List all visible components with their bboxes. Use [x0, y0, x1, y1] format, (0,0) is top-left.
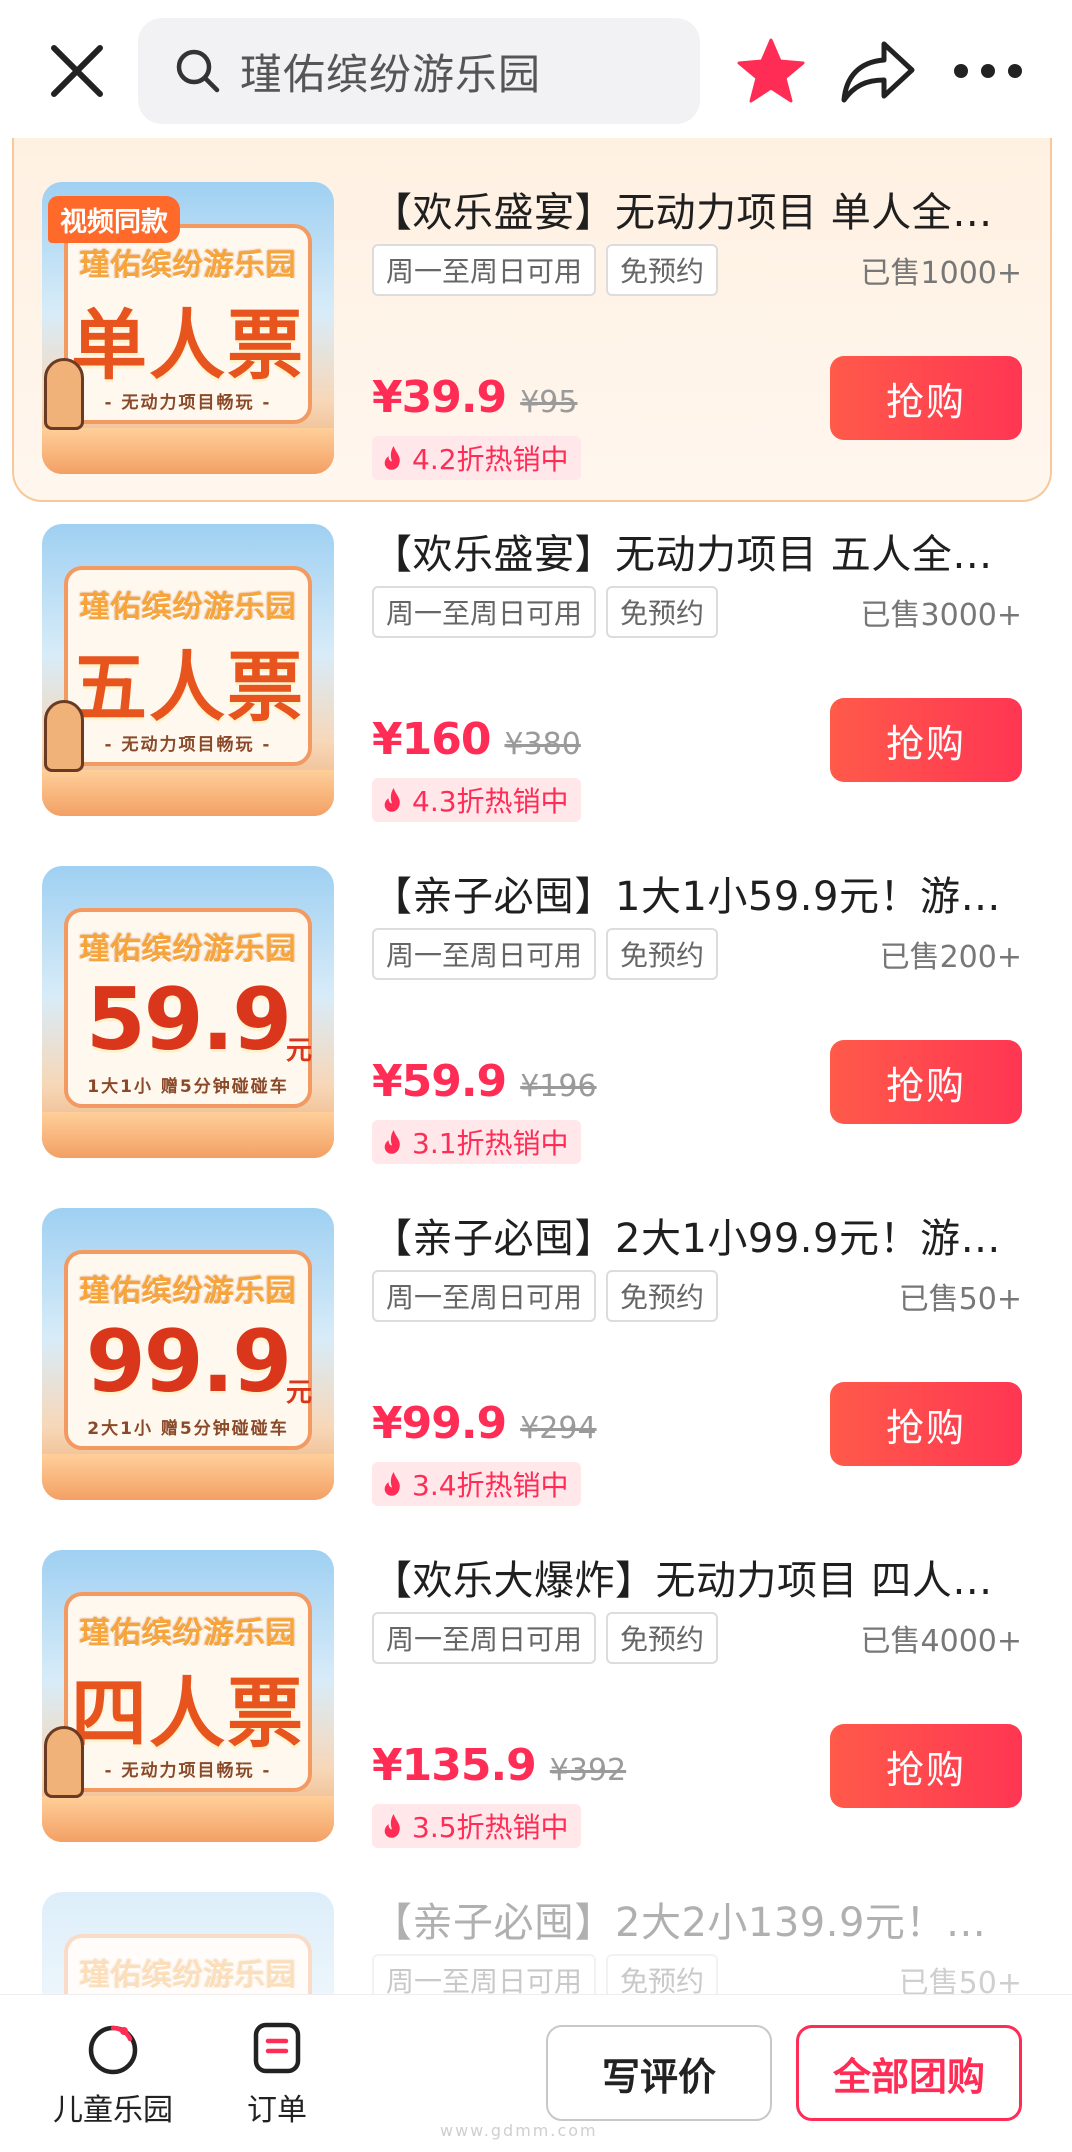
tag-availability: 周一至周日可用	[372, 928, 597, 980]
write-review-button[interactable]: 写评价	[546, 2025, 772, 2121]
search-bar[interactable]: 瑾佑缤纷游乐园	[138, 18, 700, 124]
discount-badge: 3.1折热销中	[372, 1120, 581, 1164]
sold-count: 已售50+	[898, 1282, 1022, 1317]
deal-thumbnail[interactable]: 瑾佑缤纷游乐园 四人票 - 无动力项目畅玩 -	[42, 1550, 334, 1842]
tag-availability: 周一至周日可用	[372, 1612, 597, 1664]
order-icon	[253, 2022, 301, 2074]
more-button[interactable]	[954, 56, 1022, 86]
more-icon	[954, 64, 968, 78]
deal-title[interactable]: 【欢乐盛宴】无动力项目 五人全…	[372, 522, 1022, 580]
tag-no-reservation: 免预约	[606, 1612, 719, 1664]
buy-button[interactable]: 抢购	[830, 1724, 1022, 1808]
tag-no-reservation: 免预约	[606, 928, 719, 980]
deal-title[interactable]: 【欢乐大爆炸】无动力项目 四人…	[372, 1548, 1022, 1606]
search-icon	[176, 49, 220, 93]
playground-icon	[88, 2025, 138, 2075]
deal-thumbnail[interactable]: 瑾佑缤纷游乐园 五人票 - 无动力项目畅玩 -	[42, 524, 334, 816]
original-price: ¥392	[549, 1753, 627, 1788]
sold-count: 已售1000+	[860, 256, 1022, 291]
fire-icon	[372, 1462, 412, 1506]
price: ¥135.9	[372, 1740, 537, 1791]
watermark: www.gdmm.com	[440, 2121, 598, 2140]
original-price: ¥95	[520, 385, 578, 420]
fire-icon	[372, 778, 412, 822]
mascot-image	[44, 700, 84, 772]
fire-icon	[372, 1120, 412, 1164]
buy-button[interactable]: 抢购	[830, 1382, 1022, 1466]
deal-title[interactable]: 【亲子必囤】2大2小139.9元！…	[372, 1890, 1022, 1948]
discount-badge: 4.3折热销中	[372, 778, 581, 822]
deal-title[interactable]: 【亲子必囤】1大1小59.9元！游…	[372, 864, 1022, 922]
original-price: ¥294	[520, 1411, 597, 1446]
list-item[interactable]: 瑾佑缤纷游乐园 99.9 元 2大1小 赠5分钟碰碰车 【亲子必囤】2大1小99…	[0, 1196, 1072, 1536]
deal-title[interactable]: 【亲子必囤】2大1小99.9元！游…	[372, 1206, 1022, 1264]
sold-count: 已售4000+	[860, 1624, 1022, 1659]
original-price: ¥196	[520, 1069, 597, 1104]
deal-thumbnail[interactable]: 瑾佑缤纷游乐园 单人票 - 无动力项目畅玩 - 视频同款	[42, 182, 334, 474]
deal-thumbnail[interactable]: 瑾佑缤纷游乐园 59.9 元 1大1小 赠5分钟碰碰车	[42, 866, 334, 1158]
discount-badge: 4.2折热销中	[372, 436, 581, 480]
list-item[interactable]: 瑾佑缤纷游乐园 五人票 - 无动力项目畅玩 - 【欢乐盛宴】无动力项目 五人全……	[0, 512, 1072, 852]
discount-badge: 3.5折热销中	[372, 1804, 581, 1848]
sold-count: 已售3000+	[860, 598, 1022, 633]
original-price: ¥380	[504, 727, 581, 762]
deal-title[interactable]: 【欢乐盛宴】无动力项目 单人全…	[372, 180, 1022, 238]
nav-playground[interactable]: 儿童乐园	[48, 2019, 178, 2129]
all-groupbuy-button[interactable]: 全部团购	[796, 2025, 1022, 2121]
list-item[interactable]: 瑾佑缤纷游乐园 单人票 - 无动力项目畅玩 - 视频同款 【欢乐盛宴】无动力项目…	[0, 138, 1072, 502]
close-icon	[51, 45, 103, 97]
tag-availability: 周一至周日可用	[372, 244, 597, 296]
buy-button[interactable]: 抢购	[830, 698, 1022, 782]
star-icon	[737, 38, 805, 103]
price: ¥99.9	[372, 1398, 507, 1449]
mascot-image	[44, 358, 84, 430]
price: ¥59.9	[372, 1056, 507, 1107]
fire-icon	[372, 436, 412, 480]
tag-no-reservation: 免预约	[606, 586, 719, 638]
price: ¥160	[372, 714, 491, 765]
share-button[interactable]	[840, 36, 916, 106]
fire-icon	[372, 1804, 412, 1848]
nav-orders[interactable]: 订单	[212, 2019, 342, 2129]
tag-availability: 周一至周日可用	[372, 1270, 597, 1322]
favorite-button[interactable]	[736, 36, 806, 106]
video-badge: 视频同款	[48, 196, 180, 243]
buy-button[interactable]: 抢购	[830, 356, 1022, 440]
discount-badge: 3.4折热销中	[372, 1462, 581, 1506]
mascot-image	[44, 1726, 84, 1798]
deal-thumbnail[interactable]: 瑾佑缤纷游乐园 99.9 元 2大1小 赠5分钟碰碰车	[42, 1208, 334, 1500]
bottom-bar: 儿童乐园 订单 写评价 全部团购 www.gdmm.com	[0, 1994, 1072, 2152]
list-item[interactable]: 瑾佑缤纷游乐园 59.9 元 1大1小 赠5分钟碰碰车 【亲子必囤】1大1小59…	[0, 854, 1072, 1194]
close-button[interactable]	[44, 38, 110, 104]
search-query: 瑾佑缤纷游乐园	[240, 49, 542, 99]
list-item[interactable]: 瑾佑缤纷游乐园 四人票 - 无动力项目畅玩 - 【欢乐大爆炸】无动力项目 四人……	[0, 1538, 1072, 1878]
top-bar: 瑾佑缤纷游乐园	[0, 0, 1072, 138]
tag-no-reservation: 免预约	[606, 1270, 719, 1322]
buy-button[interactable]: 抢购	[830, 1040, 1022, 1124]
tag-no-reservation: 免预约	[606, 244, 719, 296]
share-icon	[841, 41, 915, 103]
sold-count: 已售200+	[879, 940, 1022, 975]
price: ¥39.9	[372, 372, 507, 423]
tag-availability: 周一至周日可用	[372, 586, 597, 638]
